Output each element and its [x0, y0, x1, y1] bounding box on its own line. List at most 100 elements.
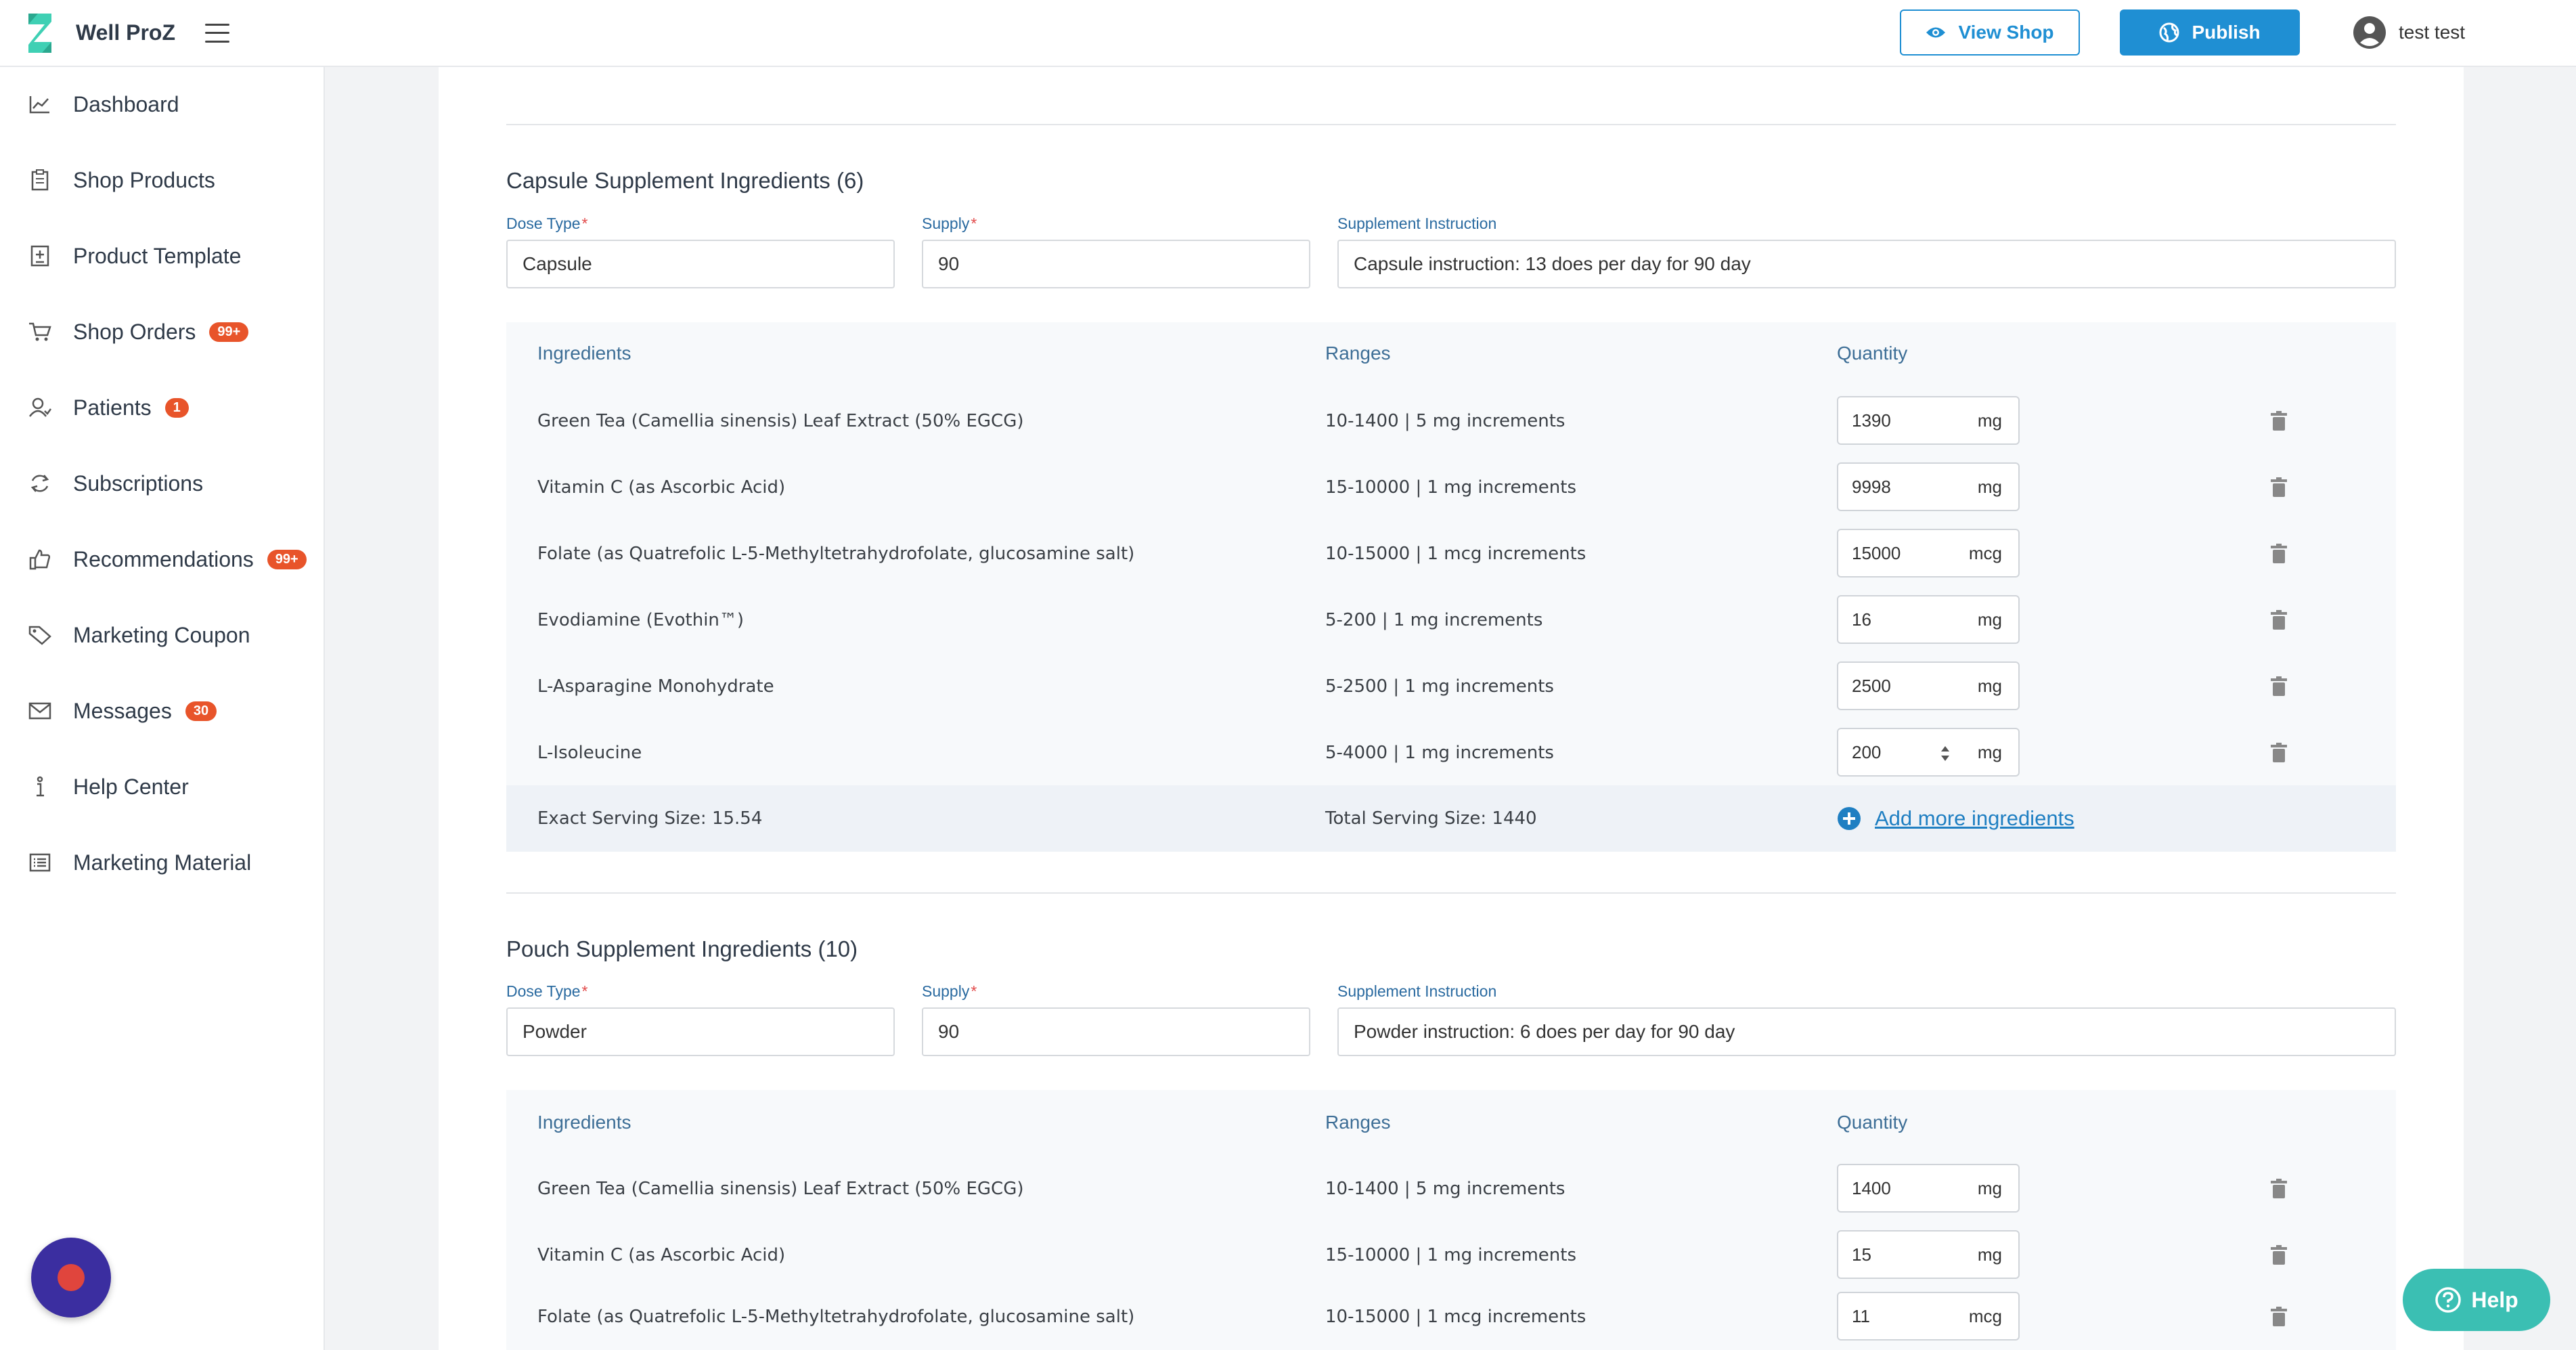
quantity-unit: mg — [1977, 476, 2002, 497]
trash-icon[interactable] — [2270, 610, 2288, 630]
ingredient-name: Green Tea (Camellia sinensis) Leaf Extra… — [537, 1179, 1024, 1199]
quantity-value: 200 — [1852, 741, 1882, 762]
view-shop-label: View Shop — [1958, 22, 2054, 43]
quantity-input[interactable]: 200 mg — [1837, 728, 2020, 777]
table-row: Evodiamine (Evothin™) 5-200 | 1 mg incre… — [506, 587, 2396, 653]
col-ranges-header: Ranges — [1325, 1112, 1391, 1133]
user-menu[interactable]: test test — [2353, 12, 2465, 53]
user-icon — [27, 395, 53, 420]
brand-name: Well ProZ — [76, 20, 175, 45]
add-more-ingredients-link[interactable]: Add more ingredients — [1837, 806, 2074, 831]
info-icon — [27, 774, 53, 800]
trash-icon[interactable] — [2270, 411, 2288, 431]
record-icon — [58, 1264, 85, 1291]
dose-type-field[interactable]: Powder — [506, 1007, 895, 1056]
avatar-icon — [2353, 16, 2386, 49]
clipboard-icon — [27, 167, 53, 193]
ingredient-name: L-Asparagine Monohydrate — [537, 676, 774, 697]
list-icon — [27, 850, 53, 875]
quantity-value: 9998 — [1852, 476, 1891, 497]
supply-label: Supply* — [922, 982, 977, 1000]
publish-button[interactable]: Publish — [2120, 9, 2300, 56]
table-row: Green Tea (Camellia sinensis) Leaf Extra… — [506, 1156, 2396, 1222]
trash-icon[interactable] — [2270, 544, 2288, 564]
ingredient-range: 10-1400 | 5 mg increments — [1325, 1179, 1565, 1199]
dose-type-label: Dose Type* — [506, 982, 588, 1000]
sidebar-item-label: Product Template — [73, 243, 242, 268]
ingredient-name: Folate (as Quatrefolic L-5-Methyltetrahy… — [537, 544, 1135, 564]
instruction-field[interactable]: Capsule instruction: 13 does per day for… — [1337, 240, 2396, 288]
sidebar-item-dashboard[interactable]: Dashboard — [27, 84, 179, 125]
ingredient-range: 10-15000 | 1 mcg increments — [1325, 544, 1586, 564]
quantity-input[interactable]: 15 mg — [1837, 1230, 2020, 1279]
sidebar-item-marketing-coupon[interactable]: Marketing Coupon — [27, 615, 250, 655]
globe-icon — [2159, 22, 2179, 43]
quantity-unit: mg — [1977, 675, 2002, 696]
pouch-ingredients-table: Ingredients Ranges Quantity Green Tea (C… — [506, 1090, 2396, 1350]
chat-bubble-button[interactable] — [31, 1238, 111, 1318]
trash-icon[interactable] — [2270, 1245, 2288, 1265]
quantity-input[interactable]: 16 mg — [1837, 595, 2020, 644]
supply-field[interactable]: 90 — [922, 240, 1310, 288]
quantity-input[interactable]: 1390 mg — [1837, 396, 2020, 445]
quantity-input[interactable]: 9998 mg — [1837, 462, 2020, 511]
stepper-arrows-icon[interactable] — [1938, 744, 1952, 763]
section-divider — [506, 892, 2396, 894]
plus-circle-icon — [1838, 807, 1861, 830]
sidebar-item-help-center[interactable]: Help Center — [27, 766, 189, 807]
menu-toggle-icon[interactable] — [204, 23, 229, 43]
refresh-icon — [27, 471, 53, 496]
quantity-value: 1400 — [1852, 1177, 1891, 1198]
ingredient-range: 5-4000 | 1 mg increments — [1325, 743, 1554, 763]
trash-icon[interactable] — [2270, 743, 2288, 763]
user-name: test test — [2399, 22, 2466, 43]
sidebar-item-shop-orders[interactable]: Shop Orders 99+ — [27, 311, 249, 352]
trash-icon[interactable] — [2270, 477, 2288, 498]
quantity-value: 16 — [1852, 609, 1871, 630]
exact-serving-size: Exact Serving Size: 15.54 — [537, 808, 763, 829]
add-more-label: Add more ingredients — [1875, 806, 2074, 830]
sidebar-item-recommendations[interactable]: Recommendations 99+ — [27, 539, 307, 580]
sidebar-item-label: Marketing Coupon — [73, 622, 250, 647]
sidebar-item-patients[interactable]: Patients 1 — [27, 387, 189, 428]
mail-icon — [27, 698, 53, 724]
view-shop-button[interactable]: View Shop — [1900, 9, 2080, 56]
table-row: L-Isoleucine 5-4000 | 1 mg increments 20… — [506, 720, 2396, 786]
chart-line-icon — [27, 91, 53, 117]
col-ranges-header: Ranges — [1325, 343, 1391, 364]
quantity-input[interactable]: 15000 mcg — [1837, 529, 2020, 578]
trash-icon[interactable] — [2270, 1179, 2288, 1199]
quantity-value: 15000 — [1852, 542, 1901, 563]
ingredient-range: 5-200 | 1 mg increments — [1325, 610, 1543, 630]
trash-icon[interactable] — [2270, 1307, 2288, 1327]
trash-icon[interactable] — [2270, 676, 2288, 697]
recommendations-count-badge: 99+ — [267, 549, 307, 569]
sidebar-item-messages[interactable]: Messages 30 — [27, 691, 217, 731]
quantity-input[interactable]: 11 mcg — [1837, 1292, 2020, 1341]
help-button[interactable]: Help — [2403, 1269, 2550, 1331]
brand[interactable]: Well ProZ — [24, 11, 241, 56]
sidebar-item-label: Dashboard — [73, 91, 179, 116]
tag-icon — [27, 622, 53, 648]
quantity-unit: mg — [1977, 609, 2002, 630]
sidebar-item-marketing-material[interactable]: Marketing Material — [27, 842, 251, 883]
ingredient-name: Vitamin C (as Ascorbic Acid) — [537, 477, 786, 498]
table-row: L-Asparagine Monohydrate 5-2500 | 1 mg i… — [506, 653, 2396, 720]
sidebar-item-subscriptions[interactable]: Subscriptions — [27, 463, 203, 504]
quantity-input[interactable]: 1400 mg — [1837, 1164, 2020, 1213]
sidebar-item-shop-products[interactable]: Shop Products — [27, 160, 215, 200]
dose-type-field[interactable]: Capsule — [506, 240, 895, 288]
eye-icon — [1926, 27, 1946, 38]
instruction-label: Supplement Instruction — [1337, 982, 1497, 1000]
instruction-field[interactable]: Powder instruction: 6 does per day for 9… — [1337, 1007, 2396, 1056]
table-row: Green Tea (Camellia sinensis) Leaf Extra… — [506, 388, 2396, 454]
quantity-value: 11 — [1852, 1305, 1870, 1326]
sidebar-item-label: Recommendations — [73, 546, 254, 571]
quantity-unit: mcg — [1968, 542, 2002, 563]
quantity-input[interactable]: 2500 mg — [1837, 661, 2020, 710]
sidebar-item-product-template[interactable]: Product Template — [27, 236, 241, 276]
sidebar: Dashboard Shop Products Product Template… — [0, 67, 325, 1350]
supply-field[interactable]: 90 — [922, 1007, 1310, 1056]
publish-label: Publish — [2192, 22, 2261, 43]
cart-icon — [27, 319, 53, 345]
